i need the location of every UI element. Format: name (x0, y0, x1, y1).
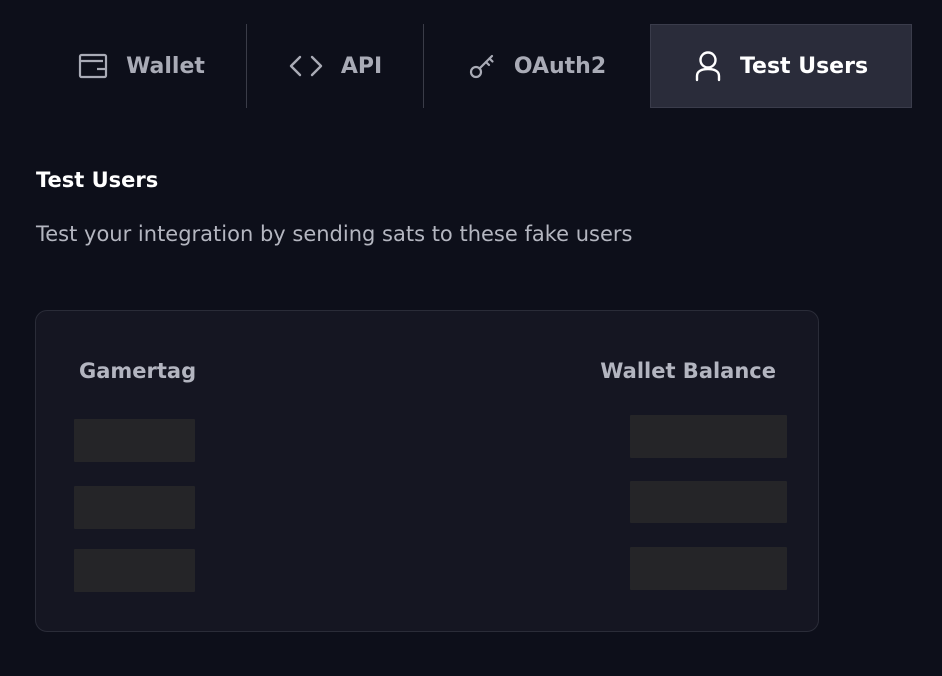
tab-api[interactable]: API (247, 24, 424, 108)
test-users-table: Gamertag Wallet Balance (35, 310, 819, 632)
tab-bar: Wallet API OAuth2 Test Users (36, 24, 912, 108)
column-header-gamertag: Gamertag (79, 359, 197, 383)
balance-skeleton (630, 481, 787, 523)
balance-skeleton (630, 547, 787, 590)
balance-skeleton (630, 415, 787, 458)
section-title: Test Users (36, 168, 159, 192)
user-icon (694, 50, 722, 82)
tab-wallet[interactable]: Wallet (36, 24, 247, 108)
gamertag-skeleton (74, 419, 195, 462)
gamertag-skeleton (74, 486, 195, 529)
section-description: Test your integration by sending sats to… (36, 222, 633, 246)
code-icon (289, 54, 323, 78)
page: Wallet API OAuth2 Test Users Test Users … (0, 0, 942, 676)
tab-test-users-label: Test Users (739, 53, 869, 79)
gamertag-skeleton (74, 549, 195, 592)
tab-wallet-label: Wallet (126, 53, 205, 79)
key-icon (468, 52, 496, 80)
tab-oauth2[interactable]: OAuth2 (424, 24, 650, 108)
tab-api-label: API (340, 53, 383, 79)
wallet-icon (78, 52, 108, 80)
tab-test-users[interactable]: Test Users (650, 24, 912, 108)
tab-oauth2-label: OAuth2 (513, 53, 607, 79)
column-header-wallet-balance: Wallet Balance (600, 359, 776, 383)
